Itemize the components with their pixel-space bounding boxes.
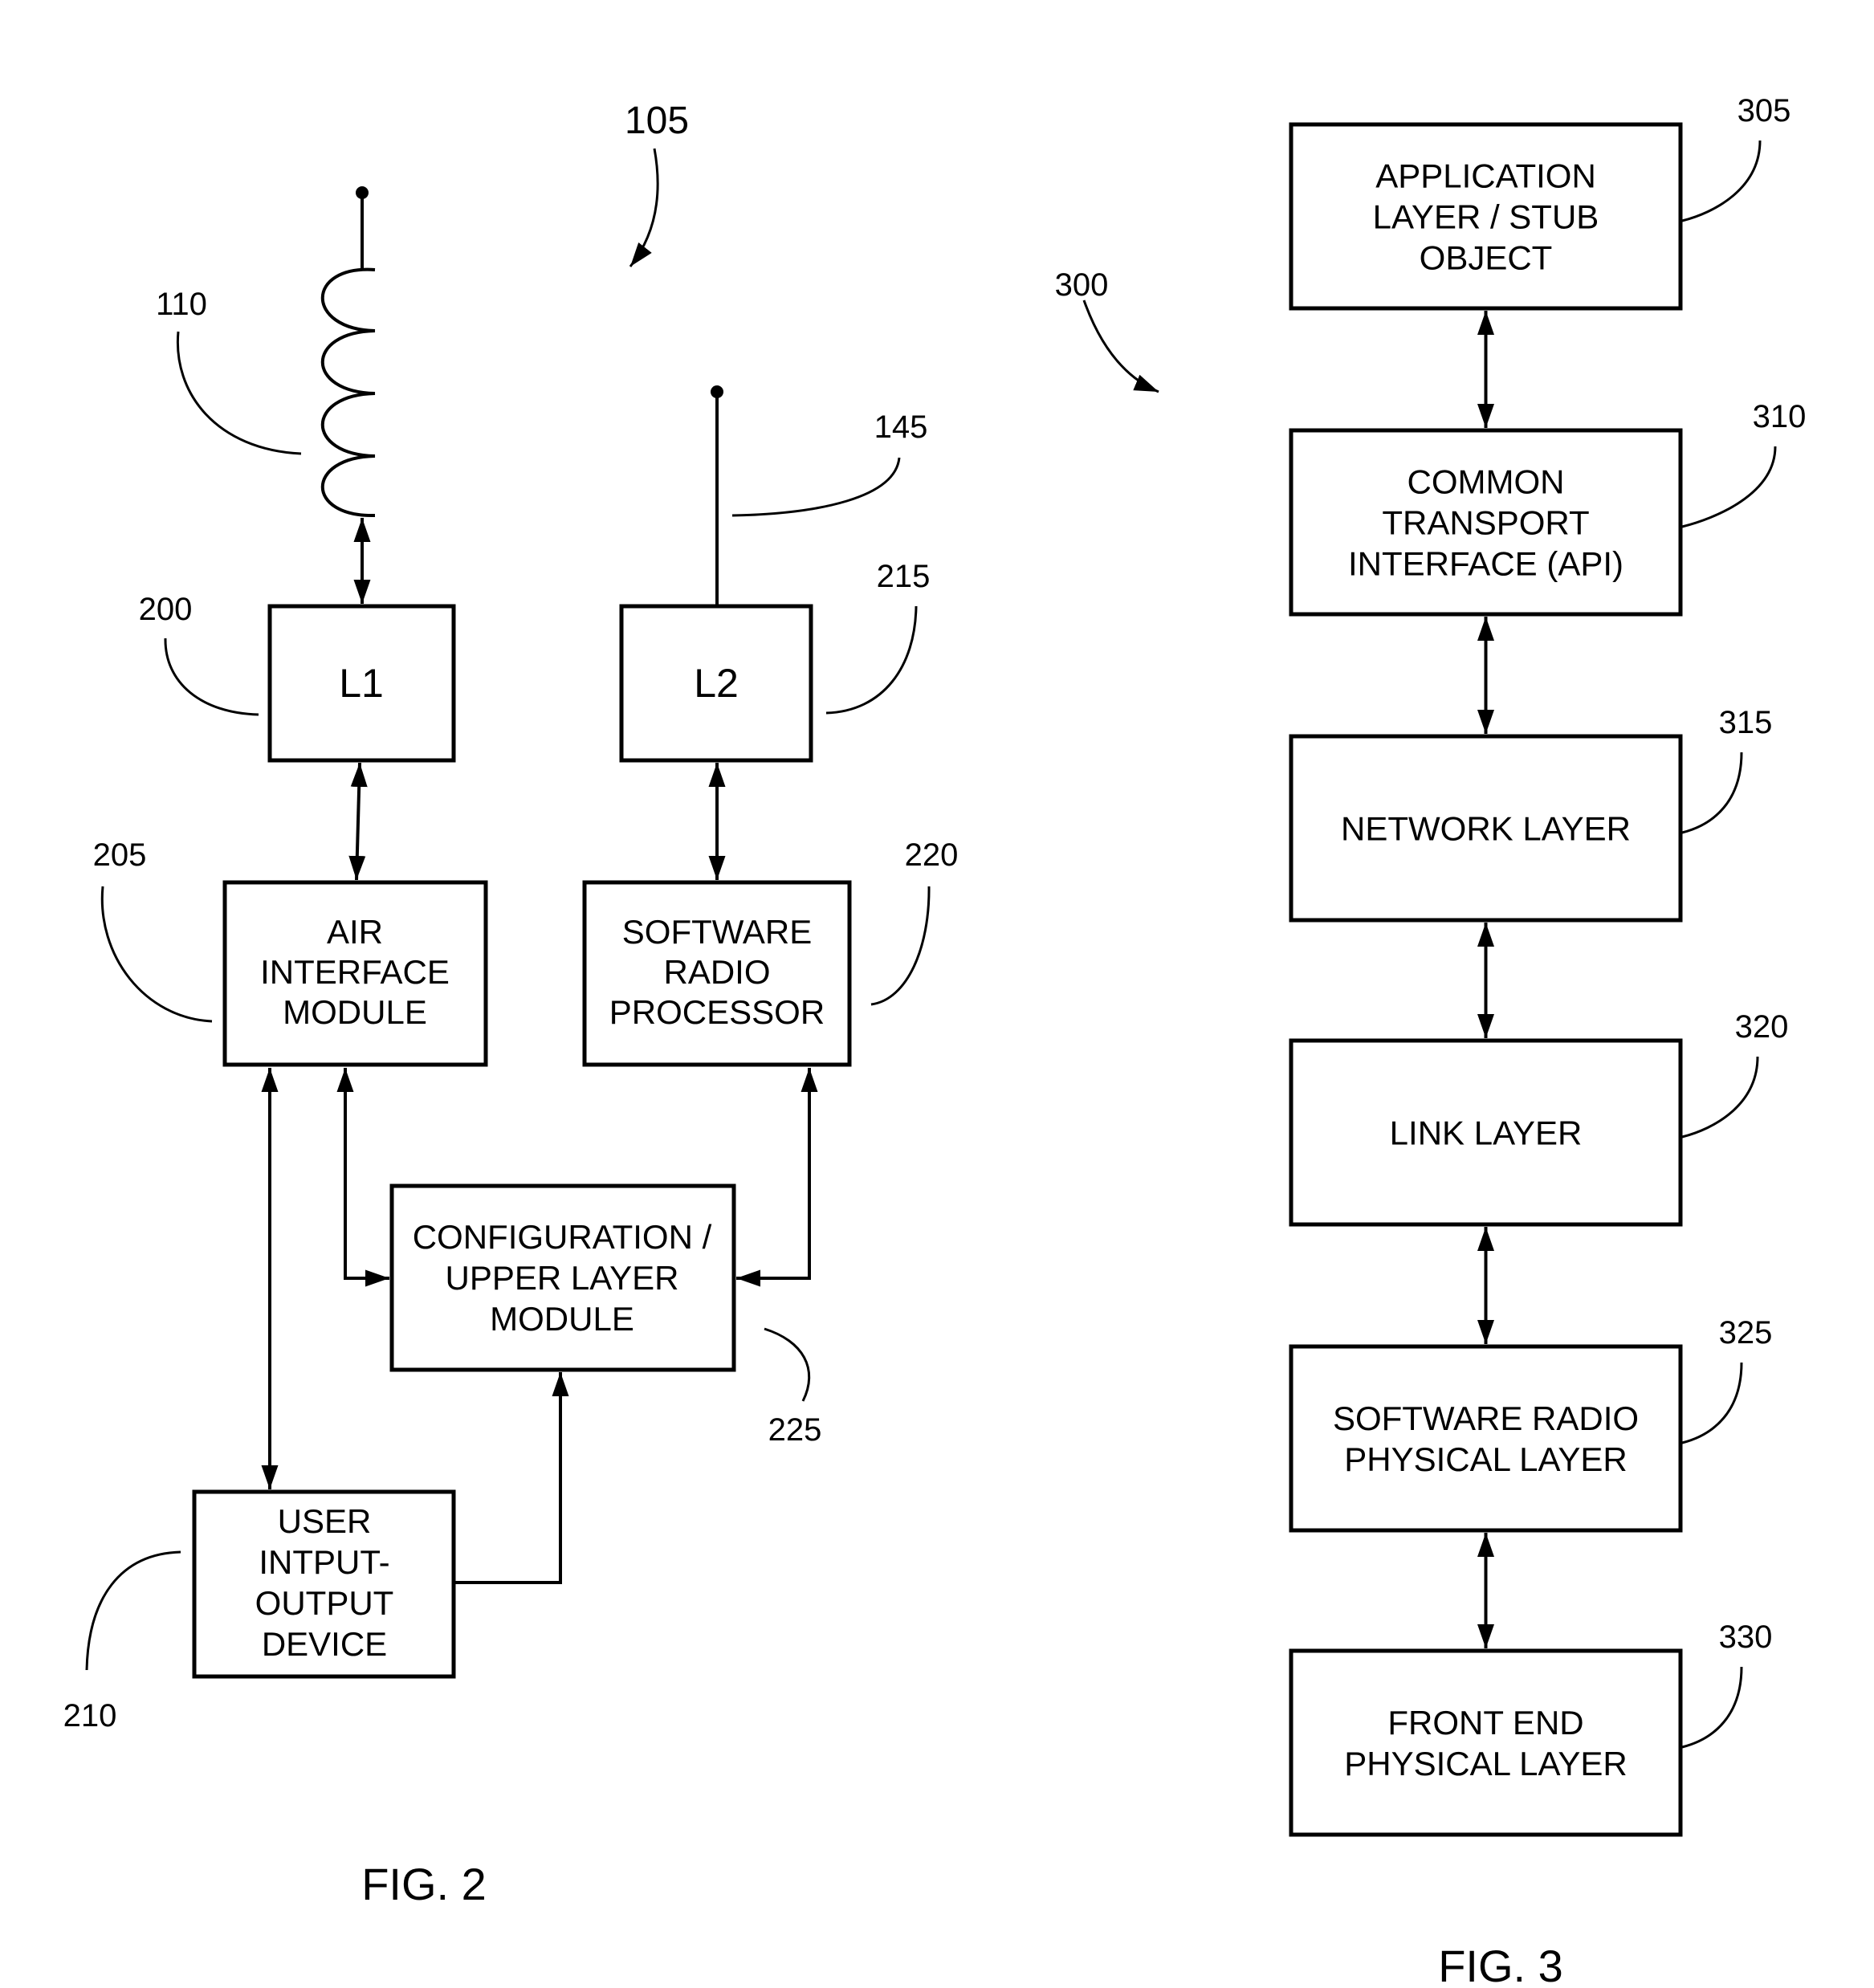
- layer-label-line: LAYER / STUB: [1373, 198, 1599, 236]
- block-user-io-device: USER INTPUT- OUTPUT DEVICE: [192, 1489, 456, 1679]
- arrow-air-config: [336, 1068, 389, 1287]
- userio-line-1: USER: [278, 1502, 372, 1540]
- stack-pointer-arrow: [1082, 299, 1159, 393]
- layer-block-320: LINK LAYER 320: [1289, 1009, 1789, 1227]
- layer-box: [1289, 1344, 1683, 1533]
- layer-box: [1289, 1648, 1683, 1837]
- ref-210: 210: [63, 1698, 117, 1733]
- userio-line-2: INTPUT-: [259, 1543, 389, 1581]
- air-interface-line-3: MODULE: [283, 993, 427, 1031]
- layer-label-line: LINK LAYER: [1390, 1114, 1583, 1152]
- leader-215: [825, 605, 918, 715]
- layer-label-line: FRONT END: [1387, 1704, 1583, 1742]
- block-software-radio-processor: SOFTWARE RADIO PROCESSOR: [582, 880, 852, 1067]
- ref-315: 315: [1719, 705, 1773, 740]
- leader-220: [870, 886, 931, 1006]
- userio-line-4: DEVICE: [262, 1625, 387, 1663]
- leader-315: [1681, 752, 1743, 834]
- arrow-srp-config: [736, 1068, 818, 1287]
- ref-300: 300: [1055, 267, 1109, 303]
- block-air-interface-module: AIR INTERFACE MODULE: [222, 880, 488, 1067]
- ref-225: 225: [768, 1412, 822, 1448]
- leader-320: [1681, 1056, 1759, 1139]
- leader-205: [100, 886, 213, 1023]
- arrow-l1-air: [348, 762, 368, 881]
- leader-145: [731, 457, 901, 517]
- block-l1: L1: [267, 604, 456, 763]
- leader-305: [1681, 140, 1762, 222]
- layer-block-305: APPLICATIONLAYER / STUBOBJECT 305: [1289, 93, 1791, 311]
- srp-line-1: SOFTWARE: [622, 913, 812, 951]
- fig3-caption: FIG. 3: [1438, 1941, 1563, 1988]
- fig2-caption: FIG. 2: [361, 1859, 487, 1909]
- ref-110: 110: [156, 287, 207, 322]
- layer-label-line: APPLICATION: [1375, 157, 1596, 195]
- air-interface-line-1: AIR: [327, 913, 383, 951]
- device-pointer-arrow: [629, 148, 659, 267]
- block-l2: L2: [619, 604, 813, 763]
- protocol-stack: APPLICATIONLAYER / STUBOBJECT 305 COMMONTR…: [1289, 93, 1807, 1837]
- ref-325: 325: [1719, 1315, 1773, 1350]
- leader-110: [176, 331, 302, 455]
- leader-310: [1681, 446, 1777, 528]
- layer-label-line: TRANSPORT: [1382, 504, 1589, 542]
- figure-2: 105 110 L1 200 145 L2 215 AIR INTERFACE …: [63, 100, 959, 1909]
- userio-line-3: OUTPUT: [255, 1584, 394, 1622]
- layer-label-line: SOFTWARE RADIO: [1333, 1399, 1639, 1437]
- ref-305: 305: [1738, 93, 1791, 128]
- block-configuration-module: CONFIGURATION / UPPER LAYER MODULE: [389, 1183, 736, 1372]
- leader-200: [164, 638, 259, 716]
- ref-145: 145: [874, 409, 928, 445]
- layer-label-line: PHYSICAL LAYER: [1344, 1440, 1627, 1478]
- layer-block-330: FRONT ENDPHYSICAL LAYER 330: [1289, 1619, 1773, 1837]
- layer-label-line: PHYSICAL LAYER: [1344, 1745, 1627, 1782]
- leader-330: [1681, 1666, 1743, 1749]
- ref-215: 215: [877, 559, 931, 594]
- layer-block-310: COMMONTRANSPORTINTERFACE (API) 310: [1289, 399, 1807, 617]
- ref-105: 105: [625, 100, 689, 142]
- ref-205: 205: [93, 837, 147, 873]
- ref-320: 320: [1735, 1009, 1789, 1045]
- air-interface-line-2: INTERFACE: [260, 953, 450, 991]
- coil-loops: [320, 267, 376, 518]
- layer-label-line: INTERFACE (API): [1348, 545, 1623, 583]
- figure-3: 300 APPLICATIONLAYER / STUBOBJECT 305 COMM…: [1055, 93, 1807, 1988]
- config-line-3: MODULE: [490, 1300, 634, 1338]
- leader-225: [764, 1327, 811, 1402]
- layer-block-325: SOFTWARE RADIOPHYSICAL LAYER 325: [1289, 1315, 1773, 1533]
- whip-antenna-icon: [711, 385, 723, 606]
- arrow-userio-config: [454, 1372, 569, 1584]
- srp-line-2: RADIO: [663, 953, 770, 991]
- layer-block-315: NETWORK LAYER 315: [1289, 705, 1773, 923]
- ref-220: 220: [905, 837, 959, 873]
- coil-antenna-icon: [320, 186, 376, 518]
- ref-200: 200: [139, 592, 193, 627]
- l2-label: L2: [694, 661, 739, 706]
- leader-325: [1681, 1362, 1743, 1444]
- config-line-1: CONFIGURATION /: [413, 1218, 712, 1256]
- srp-line-3: PROCESSOR: [609, 993, 825, 1031]
- layer-label-line: NETWORK LAYER: [1341, 810, 1631, 848]
- l1-label: L1: [339, 661, 384, 706]
- config-line-2: UPPER LAYER: [446, 1259, 679, 1297]
- ref-310: 310: [1753, 399, 1807, 434]
- ref-330: 330: [1719, 1619, 1773, 1655]
- layer-label-line: COMMON: [1408, 463, 1565, 501]
- layer-label-line: OBJECT: [1420, 239, 1553, 277]
- patent-drawing: 105 110 L1 200 145 L2 215 AIR INTERFACE …: [63, 93, 1807, 1988]
- leader-210: [85, 1550, 181, 1671]
